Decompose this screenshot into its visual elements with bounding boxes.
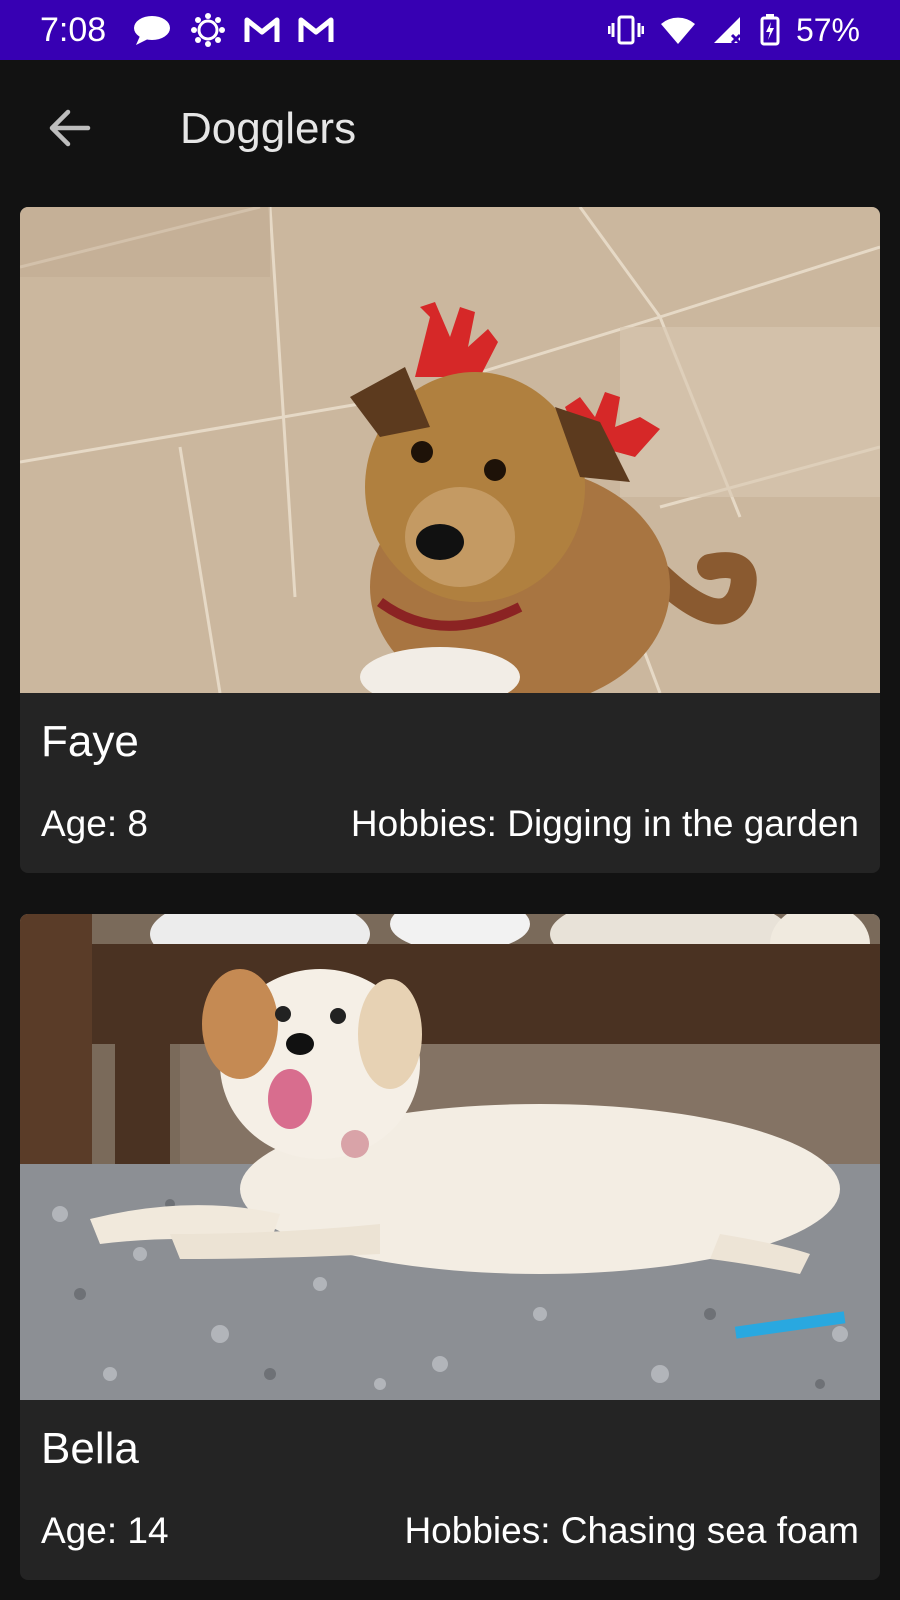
battery-percent: 57% <box>795 11 860 48</box>
gmail-icon <box>244 16 280 44</box>
dog-card: Faye Age: 8 Hobbies: Digging in the gard… <box>20 207 880 873</box>
dog-name: Faye <box>41 717 139 766</box>
dog-age: Age: 14 <box>41 1510 169 1551</box>
page-title: Dogglers <box>180 104 357 153</box>
dog-card: Bella Age: 14 Hobbies: Chasing sea foam <box>20 914 880 1580</box>
back-button[interactable] <box>46 104 94 152</box>
battery-charging-icon <box>760 14 780 46</box>
dog-hobbies: Hobbies: Digging in the garden <box>350 803 859 844</box>
dog-photo <box>20 914 880 1400</box>
arrow-back-icon <box>46 104 94 152</box>
canvas-app-icon <box>190 12 226 48</box>
notification-icons <box>132 12 334 48</box>
system-icons: 57% <box>607 11 860 49</box>
dog-name: Bella <box>41 1424 139 1473</box>
status-time: 7:08 <box>40 10 107 49</box>
vibrate-icon <box>607 15 644 45</box>
dog-photo <box>20 207 880 693</box>
chat-bubble-icon <box>132 14 172 46</box>
gmail-icon <box>298 16 334 44</box>
wifi-icon <box>660 15 696 45</box>
dog-hobbies: Hobbies: Chasing sea foam <box>404 1510 859 1551</box>
status-bar: 7:08 57% <box>0 0 900 60</box>
cell-signal-icon <box>712 15 744 45</box>
dog-age: Age: 8 <box>41 803 148 844</box>
app-bar: Dogglers <box>0 60 900 200</box>
